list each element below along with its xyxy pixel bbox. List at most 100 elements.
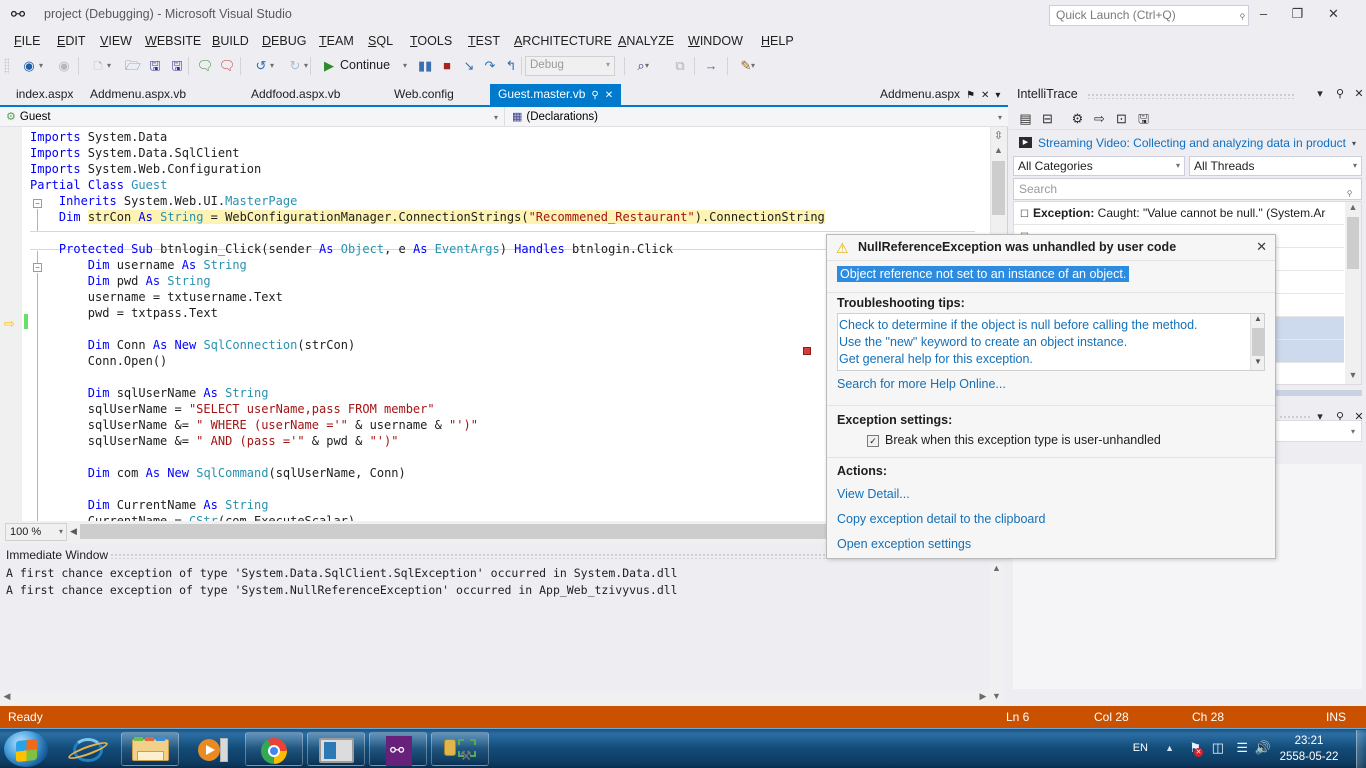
intellitrace-search-input[interactable]: Search [1013,178,1362,200]
open-exception-settings-link[interactable]: Open exception settings [837,537,971,551]
tab-web-config[interactable]: Web.config [386,84,462,105]
navigate-icon[interactable]: ⇨ [1091,110,1108,127]
video-link[interactable]: Streaming Video: Collecting and analyzin… [1038,136,1346,150]
type-dropdown[interactable]: ⚙Guest ▾ [0,107,505,127]
menu-build[interactable]: BUILD [206,33,255,49]
stop-icon[interactable]: ■ [440,56,454,76]
save-session-icon[interactable]: 🖫 [1135,110,1152,127]
close-icon[interactable]: ✕ [1256,239,1267,255]
calls-view-icon[interactable]: ⊟ [1039,110,1056,127]
scroll-left-button[interactable]: ◀ [70,526,77,537]
intellitrace-scrollbar[interactable]: ▲ ▼ [1345,202,1361,384]
taskbar-media-player[interactable] [183,732,241,766]
zoom-level-combo[interactable]: 100 % ▾ [5,523,67,541]
continue-button[interactable]: Continue [340,58,390,72]
play-icon[interactable]: ▶ [1019,137,1032,148]
step-over-icon[interactable]: ↷ [482,56,498,76]
close-icon[interactable]: ✕ [1351,87,1366,103]
menu-analyze[interactable]: ANALYZE [612,33,680,49]
solution-configuration-combo[interactable]: Debug ▾ [525,56,615,76]
tab-addfood-aspx-vb[interactable]: Addfood.aspx.vb [243,84,348,105]
open-file-icon[interactable]: 🗁 [124,56,142,76]
tab-index-aspx[interactable]: index.aspx [8,84,81,105]
immediate-vertical-scrollbar[interactable]: ▲ ▼ [989,563,1004,705]
volume-icon[interactable]: 🔊 [1255,740,1271,756]
goto-icon[interactable]: → [703,56,719,76]
troubleshooting-tip-link[interactable]: Use the "new" keyword to create an objec… [838,335,1127,349]
scroll-down-button[interactable]: ▼ [1345,370,1361,384]
tab-guest-master-vb[interactable]: Guest.master.vb⚲✕ [490,84,621,105]
chevron-down-icon[interactable]: ▾ [304,61,308,70]
intellitrace-video-banner[interactable]: ▶ Streaming Video: Collecting and analyz… [1013,132,1362,154]
immediate-horizontal-scrollbar[interactable]: ◀ ▶ [0,691,990,705]
tab-addmenu-aspx-vb[interactable]: Addmenu.aspx.vb [82,84,194,105]
step-out-icon[interactable]: ↰ [503,56,519,76]
menu-window[interactable]: WINDOW [682,33,749,49]
chevron-down-icon[interactable]: ▾ [39,61,43,70]
start-button[interactable] [4,731,48,767]
taskbar-remote-desktop[interactable] [307,732,365,766]
chevron-down-icon[interactable]: ▾ [270,61,274,70]
scroll-up-button[interactable]: ▲ [1251,314,1265,327]
settings-gear-icon[interactable]: ⚙ [1069,110,1086,127]
step-into-icon[interactable]: ↘ [461,56,477,76]
menu-debug[interactable]: DEBUG [256,33,312,49]
taskbar-visual-studio[interactable]: ⚯ [369,732,427,766]
new-item-icon[interactable]: 🗅 [89,56,107,76]
redo-icon[interactable]: ↻ [286,56,304,76]
error-indicator-icon[interactable] [803,347,811,355]
split-view-icon[interactable]: ⇳ [991,129,1006,143]
menu-help[interactable]: HELP [755,33,800,49]
chevron-down-icon[interactable]: ▾ [107,61,111,70]
troubleshooting-tips-list[interactable]: Get general help for this exception.Use … [837,313,1265,371]
toolwindow-icon[interactable]: ⧉ [672,56,688,76]
scroll-down-button[interactable]: ▼ [989,691,1004,705]
chevron-down-icon[interactable]: ▾ [995,90,1000,101]
save-icon[interactable]: 🖫 [146,56,164,76]
close-icon[interactable]: ✕ [605,90,613,101]
menu-team[interactable]: TEAM [313,33,360,49]
pin-icon[interactable]: ⚲ [1332,87,1348,103]
signal-icon[interactable]: ☰ [1236,740,1248,756]
pin-icon[interactable]: ⚲ [591,90,598,101]
close-button[interactable]: ✕ [1319,2,1348,26]
search-help-online-link[interactable]: Search for more Help Online... [837,377,1006,391]
thread-filter-combo[interactable]: All Threads ▾ [1189,156,1362,176]
pause-icon[interactable]: ▮▮ [418,56,432,76]
tray-language[interactable]: EN [1133,742,1148,754]
comment-remove-icon[interactable]: 🗨 [218,56,236,76]
navigate-forward-icon[interactable]: ◉ [55,56,73,76]
break-all-icon[interactable]: ⊡ [1113,110,1130,127]
menu-architecture[interactable]: ARCHITECTURE [508,33,618,49]
scroll-thumb[interactable] [992,161,1005,215]
quick-launch-input[interactable]: Quick Launch (Ctrl+Q) [1049,5,1249,26]
troubleshooting-tip-link[interactable]: Check to determine if the object is null… [838,318,1198,332]
show-hidden-icons-button[interactable]: ▲ [1165,743,1174,753]
chevron-down-icon[interactable]: ▾ [403,61,407,70]
navigate-backward-icon[interactable]: ◉ [20,56,38,76]
pin-icon[interactable]: ⚑ [966,90,975,101]
pane-menu-button[interactable]: ▾ [1312,87,1328,103]
close-icon[interactable]: ✕ [981,90,989,101]
intellitrace-event-row[interactable]: ☐Exception: Caught: "Value cannot be nul… [1014,202,1344,225]
menu-test[interactable]: TEST [462,33,506,49]
battery-icon[interactable]: ◫ [1212,740,1224,756]
scroll-left-button[interactable]: ◀ [0,691,14,705]
maximize-button[interactable]: ❐ [1283,2,1312,26]
clock[interactable]: 23:21 2558-05-22 [1270,733,1348,765]
chevron-down-icon[interactable]: ▾ [751,61,755,70]
chevron-down-icon[interactable]: ▾ [1352,139,1356,148]
menu-file[interactable]: FILE [8,33,46,49]
play-icon[interactable]: ▶ [322,56,336,76]
scroll-up-button[interactable]: ▲ [991,145,1006,159]
scroll-thumb[interactable] [1252,328,1264,356]
menu-tools[interactable]: TOOLS [404,33,458,49]
taskbar-file-explorer[interactable] [121,732,179,766]
minimize-button[interactable]: – [1249,2,1278,26]
scroll-down-button[interactable]: ▼ [1251,357,1265,370]
chevron-down-icon[interactable]: ▾ [645,61,649,70]
copy-exception-detail-link[interactable]: Copy exception detail to the clipboard [837,512,1045,526]
view-detail-link[interactable]: View Detail... [837,487,910,501]
tab-addmenu-aspx-inactive-right[interactable]: Addmenu.aspx⚑✕▾ [872,84,1008,105]
undo-icon[interactable]: ↺ [252,56,270,76]
